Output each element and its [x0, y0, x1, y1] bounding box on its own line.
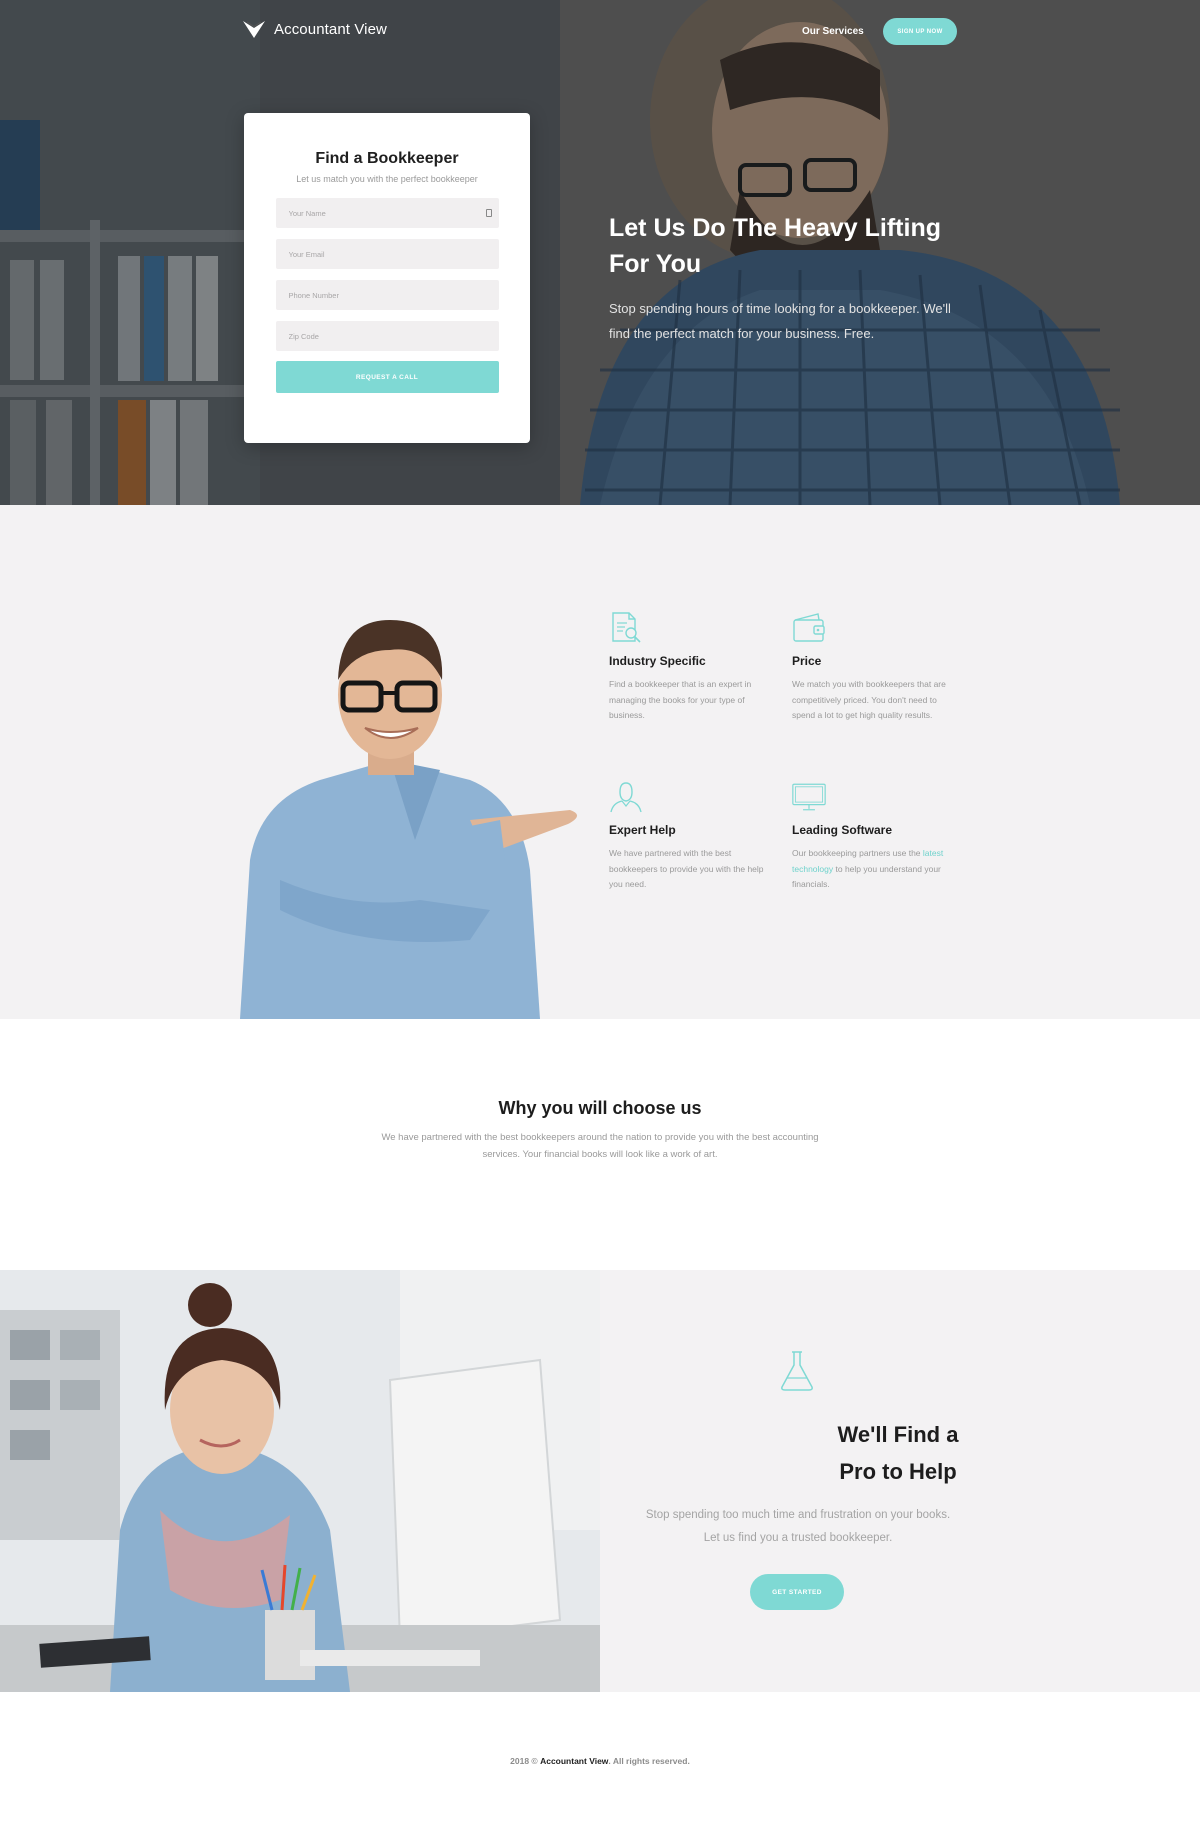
monitor-icon [792, 783, 826, 811]
zip-code-field[interactable] [275, 321, 499, 351]
feature-title: Industry Specific [609, 654, 706, 668]
footer: 2018 © Accountant View. All rights reser… [0, 1692, 1200, 1832]
feature-title: Leading Software [792, 823, 893, 837]
copyright-year: 2018 © [510, 1756, 538, 1766]
feature-text: Our bookkeeping partners use the latest … [792, 846, 957, 893]
logo-icon [243, 21, 265, 38]
copyright-text: 2018 © Accountant View. All rights reser… [0, 1756, 1200, 1766]
pro-title-line2: Pro to Help [839, 1459, 957, 1484]
find-bookkeeper-form: Find a Bookkeeper Let us match you with … [244, 113, 530, 443]
feature-price: Price We match you with bookkeepers that… [792, 611, 957, 724]
find-pro-section: We'll Find a Pro to Help Stop spending t… [0, 1270, 1200, 1692]
hero-text: Stop spending hours of time looking for … [609, 301, 951, 341]
feature-industry-specific: Industry Specific Find a bookkeeper that… [609, 611, 774, 724]
get-started-button[interactable]: GET STARTED [750, 1574, 844, 1610]
pro-text: Stop spending too much time and frustrat… [645, 1509, 951, 1544]
hero-title: Let Us Do The Heavy Lifting For You [609, 214, 941, 278]
features-section: Industry Specific Find a bookkeeper that… [0, 505, 1200, 1019]
why-choose-us-section: Why you will choose us We have partnered… [0, 1019, 1200, 1270]
footer-brand: Accountant View [540, 1756, 609, 1766]
feature-title: Expert Help [609, 823, 676, 837]
email-field[interactable] [275, 239, 499, 269]
why-text: We have partnered with the best bookkeep… [381, 1132, 819, 1160]
pro-title-line1: We'll Find a [837, 1422, 959, 1447]
flask-icon [781, 1351, 813, 1391]
feature-expert-help: Expert Help We have partnered with the b… [609, 780, 774, 893]
contact-card-icon [485, 209, 492, 217]
phone-field[interactable] [275, 280, 499, 310]
hero-background-photo [0, 0, 1200, 505]
name-field[interactable] [275, 198, 499, 228]
top-nav: Accountant View Our Services SIGN UP NOW [0, 0, 1200, 64]
pointing-man-photo [240, 620, 578, 1019]
nav-our-services[interactable]: Our Services [802, 26, 864, 37]
feature-text: Find a bookkeeper that is an expert in m… [609, 679, 752, 720]
copyright-rights: . All rights reserved. [608, 1756, 690, 1766]
form-title: Find a Bookkeeper [315, 150, 459, 167]
hero-section: Accountant View Our Services SIGN UP NOW… [0, 0, 1200, 505]
brand-logo[interactable]: Accountant View [242, 19, 387, 39]
pro-title: We'll Find a Pro to Help [600, 1416, 1196, 1490]
document-search-icon [612, 612, 641, 643]
feature-title: Price [792, 654, 822, 668]
user-icon [610, 782, 642, 813]
wallet-icon [793, 613, 825, 642]
feature-leading-software: Leading Software Our bookkeeping partner… [792, 780, 957, 893]
request-call-button[interactable]: REQUEST A CALL [275, 361, 499, 393]
feature-text: We have partnered with the best bookkeep… [609, 848, 764, 889]
why-title: Why you will choose us [498, 1098, 702, 1118]
feature-text: We match you with bookkeepers that are c… [792, 679, 946, 720]
brand-name: Accountant View [274, 20, 387, 38]
feature-text-start: Our bookkeeping partners use the [792, 848, 921, 858]
woman-at-computer-photo [0, 1270, 600, 1692]
sign-up-button[interactable]: SIGN UP NOW [883, 18, 957, 45]
form-subtitle: Let us match you with the perfect bookke… [296, 174, 478, 184]
